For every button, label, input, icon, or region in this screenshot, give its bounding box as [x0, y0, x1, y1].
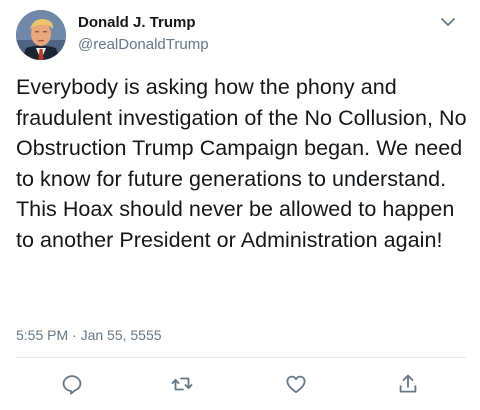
profile-photo-icon: [16, 10, 66, 60]
like-button[interactable]: [284, 372, 308, 396]
display-name[interactable]: Donald J. Trump: [78, 14, 196, 32]
chevron-down-icon[interactable]: [438, 14, 458, 30]
reply-button[interactable]: [60, 372, 84, 396]
share-button[interactable]: [396, 372, 420, 396]
reply-icon: [62, 375, 82, 395]
tweet-text: Everybody is asking how the phony and fr…: [16, 75, 467, 252]
retweet-icon: [171, 377, 193, 391]
avatar[interactable]: [16, 10, 66, 60]
tweet-card: Donald J. Trump @realDonaldTrump Everybo…: [0, 0, 480, 410]
heart-icon: [286, 375, 306, 394]
handle[interactable]: @realDonaldTrump: [78, 36, 209, 54]
timestamp[interactable]: 5:55 PM · Jan 55, 5555: [16, 326, 162, 344]
share-icon: [399, 374, 417, 393]
divider: [16, 357, 466, 358]
retweet-button[interactable]: [170, 372, 194, 396]
